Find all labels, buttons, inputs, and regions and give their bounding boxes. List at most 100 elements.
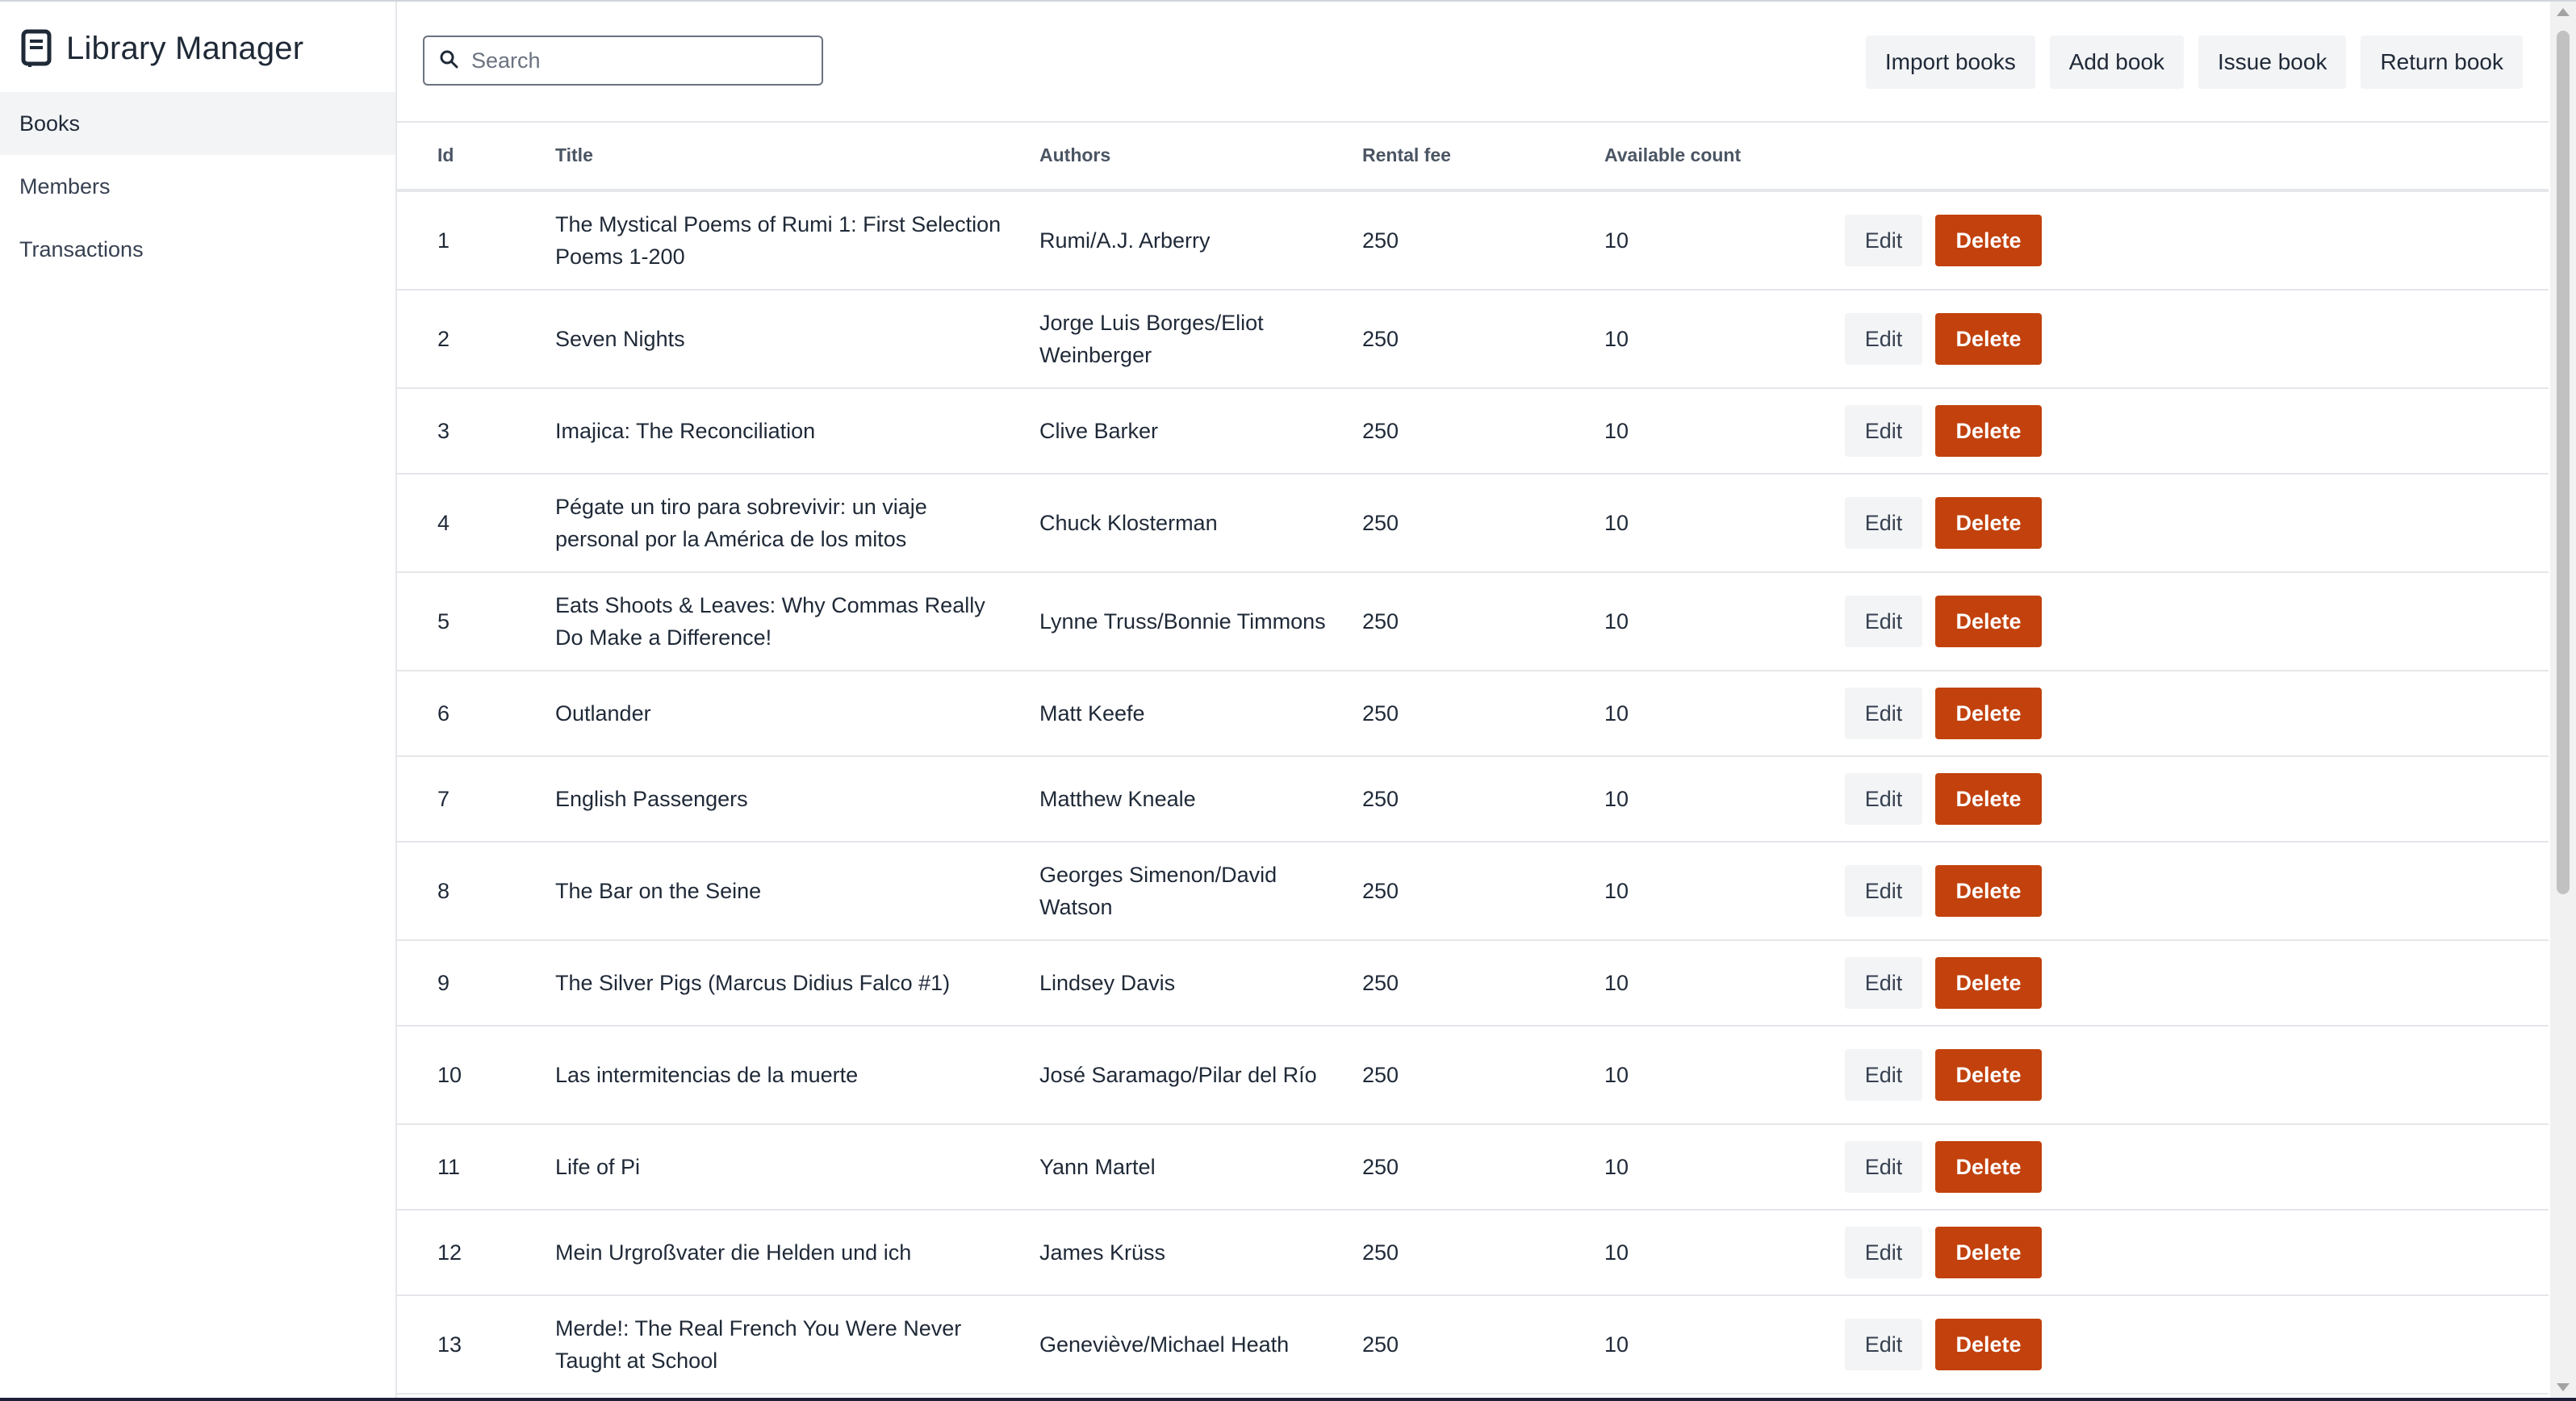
delete-button[interactable]: Delete [1935,865,2042,917]
cell-authors: Lynne Truss/Bonnie Timmons [1039,609,1326,634]
cell-authors: Matt Keefe [1039,701,1145,726]
row-actions: Edit Delete [1845,1141,2042,1193]
edit-button[interactable]: Edit [1845,865,1922,917]
edit-button[interactable]: Edit [1845,1141,1922,1193]
cell-id: 5 [437,609,450,634]
delete-button[interactable]: Delete [1935,1319,2042,1370]
cell-authors: James Krüss [1039,1240,1166,1265]
table-row: 7 English Passengers Matthew Kneale 250 10 Ed… [397,757,2549,843]
cell-rental-fee: 250 [1362,701,1399,726]
main-content: Import books Add book Issue book Return … [397,2,2549,1398]
scrollbar-thumb[interactable] [2557,31,2570,894]
cell-available-count: 10 [1604,327,1629,351]
cell-title: The Silver Pigs (Marcus Didius Falco #1) [555,971,951,995]
delete-button[interactable]: Delete [1935,1141,2042,1193]
edit-button[interactable]: Edit [1845,1319,1922,1370]
delete-button[interactable]: Delete [1935,1227,2042,1278]
edit-button[interactable]: Edit [1845,773,1922,825]
row-actions: Edit Delete [1845,405,2042,457]
cell-available-count: 10 [1604,419,1629,443]
search-box[interactable] [423,36,823,86]
cell-title: Merde!: The Real French You Were Never T… [555,1316,962,1373]
edit-button[interactable]: Edit [1845,957,1922,1009]
table-body: 1 The Mystical Poems of Rumi 1: First Sel… [397,192,2549,1395]
delete-button[interactable]: Delete [1935,957,2042,1009]
column-header-rental-fee: Rental fee [1362,144,1451,165]
import-books-button[interactable]: Import books [1865,36,2035,89]
cell-authors: Geneviève/Michael Heath [1039,1332,1290,1357]
return-book-button[interactable]: Return book [2361,36,2523,89]
cell-rental-fee: 250 [1362,609,1399,634]
delete-button[interactable]: Delete [1935,405,2042,457]
cell-rental-fee: 250 [1362,971,1399,995]
cell-title: Imajica: The Reconciliation [555,419,816,443]
app-brand: Library Manager [21,26,303,71]
cell-authors: Matthew Kneale [1039,787,1196,811]
cell-id: 4 [437,511,450,535]
cell-rental-fee: 250 [1362,228,1399,253]
delete-button[interactable]: Delete [1935,215,2042,266]
cell-title: English Passengers [555,787,748,811]
cell-title: Outlander [555,701,651,726]
sidebar-item-books[interactable]: Books [0,92,395,155]
table-header: Id Title Authors Rental fee Available co… [397,121,2549,192]
sidebar-nav: Books Members Transactions [0,92,395,281]
issue-book-button[interactable]: Issue book [2198,36,2347,89]
sidebar-item-members[interactable]: Members [0,155,395,218]
row-actions: Edit Delete [1845,596,2042,647]
cell-authors: Clive Barker [1039,419,1159,443]
cell-rental-fee: 250 [1362,1063,1399,1087]
edit-button[interactable]: Edit [1845,596,1922,647]
row-actions: Edit Delete [1845,865,2042,917]
cell-id: 2 [437,327,450,351]
cell-available-count: 10 [1604,228,1629,253]
cell-available-count: 10 [1604,879,1629,903]
column-header-id: Id [437,144,454,165]
cell-rental-fee: 250 [1362,1155,1399,1179]
delete-button[interactable]: Delete [1935,773,2042,825]
row-actions: Edit Delete [1845,688,2042,739]
scroll-down-arrow-icon[interactable] [2557,1383,2570,1391]
cell-authors: Georges Simenon/David Watson [1039,863,1278,919]
edit-button[interactable]: Edit [1845,1227,1922,1278]
delete-button[interactable]: Delete [1935,497,2042,549]
column-header-title: Title [555,144,593,165]
cell-authors: Jorge Luis Borges/Eliot Weinberger [1039,311,1264,367]
cell-available-count: 10 [1604,787,1629,811]
table-row: 4 Pégate un tiro para sobrevivir: un viaj… [397,475,2549,573]
row-actions: Edit Delete [1845,1227,2042,1278]
cell-available-count: 10 [1604,609,1629,634]
cell-rental-fee: 250 [1362,511,1399,535]
edit-button[interactable]: Edit [1845,1049,1922,1101]
toolbar-actions: Import books Add book Issue book Return … [1865,36,2523,89]
cell-rental-fee: 250 [1362,1240,1399,1265]
book-icon [21,29,52,68]
delete-button[interactable]: Delete [1935,596,2042,647]
cell-id: 7 [437,787,450,811]
cell-rental-fee: 250 [1362,787,1399,811]
add-book-button[interactable]: Add book [2049,36,2185,89]
cell-rental-fee: 250 [1362,879,1399,903]
delete-button[interactable]: Delete [1935,313,2042,365]
cell-title: Eats Shoots & Leaves: Why Commas Really … [555,593,985,650]
cell-available-count: 10 [1604,511,1629,535]
cell-authors: Chuck Klosterman [1039,511,1218,535]
delete-button[interactable]: Delete [1935,1049,2042,1101]
edit-button[interactable]: Edit [1845,405,1922,457]
cell-title: Seven Nights [555,327,685,351]
scroll-up-arrow-icon[interactable] [2557,8,2570,16]
cell-title: Las intermitencias de la muerte [555,1063,859,1087]
sidebar-item-transactions[interactable]: Transactions [0,218,395,281]
edit-button[interactable]: Edit [1845,688,1922,739]
cell-id: 1 [437,228,450,253]
edit-button[interactable]: Edit [1845,215,1922,266]
cell-rental-fee: 250 [1362,327,1399,351]
search-input[interactable] [470,47,796,74]
delete-button[interactable]: Delete [1935,688,2042,739]
toolbar: Import books Add book Issue book Return … [397,2,2549,123]
cell-id: 8 [437,879,450,903]
edit-button[interactable]: Edit [1845,497,1922,549]
vertical-scrollbar[interactable] [2550,2,2576,1398]
edit-button[interactable]: Edit [1845,313,1922,365]
cell-id: 9 [437,971,450,995]
